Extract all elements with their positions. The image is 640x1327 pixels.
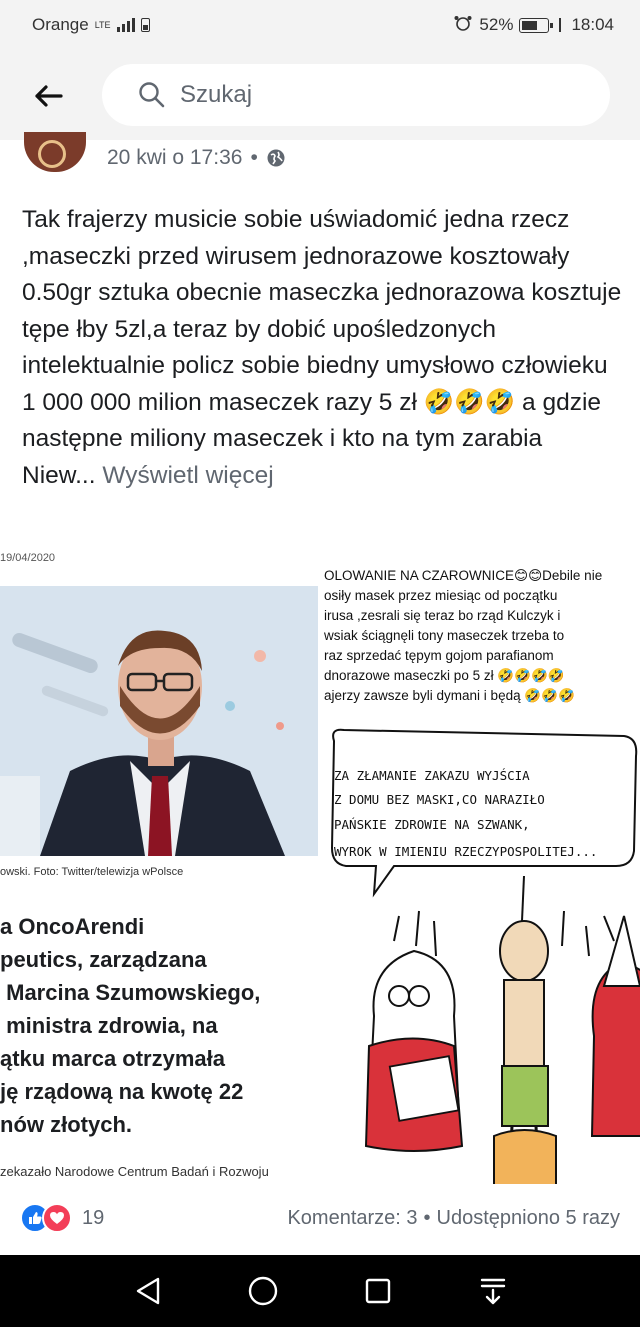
cartoon-illustration: ZA ZŁAMANIE ZAKAZU WYJŚCIA Z DOMU BEZ MA… <box>324 716 640 1184</box>
post-image[interactable]: 19/04/2020 owski. Foto: Twitter/telewizj… <box>0 548 640 1190</box>
status-right: 52% 18:04 <box>453 15 614 36</box>
see-more-link[interactable]: Wyświetl więcej <box>102 462 273 489</box>
network-type: LTE <box>94 20 111 30</box>
status-left: Orange LTE <box>32 15 150 35</box>
signal-icon <box>116 18 135 32</box>
post-meta: 20 kwi o 17:36 • <box>107 146 286 170</box>
cartoon-panel: OLOWANIE NA CZAROWNICE😊😊Debile nie osiły… <box>318 548 640 1190</box>
carrier-name: Orange <box>32 15 89 34</box>
comments-count[interactable]: Komentarze: 3 <box>287 1207 417 1230</box>
divider <box>559 18 562 32</box>
battery-percent: 52% <box>479 15 514 34</box>
stats-separator: • <box>423 1206 431 1229</box>
back-button[interactable] <box>28 78 68 114</box>
triangle-back-icon <box>136 1277 159 1305</box>
back-arrow-icon <box>35 85 63 107</box>
post-text: Tak frajerzy musicie sobie uświadomić je… <box>22 206 622 489</box>
square-recents-icon <box>365 1278 390 1304</box>
search-input[interactable]: Szukaj <box>102 64 610 126</box>
globe-icon <box>267 149 285 167</box>
news-screenshot: 19/04/2020 owski. Foto: Twitter/telewizj… <box>0 548 318 1190</box>
nav-home-button[interactable] <box>243 1271 283 1311</box>
nav-recents-button[interactable] <box>358 1271 398 1311</box>
post-timestamp[interactable]: 20 kwi o 17:36 <box>107 146 242 170</box>
bubble-line-4: WYROK W IMIENIU RZECZYPOSPOLITEJ... <box>334 844 597 859</box>
system-nav-bar <box>0 1255 640 1327</box>
alarm-icon <box>453 15 473 36</box>
image-date: 19/04/2020 <box>0 552 56 564</box>
bubble-line-1: ZA ZŁAMANIE ZAKAZU WYJŚCIA <box>334 768 530 783</box>
status-bar: Orange LTE 52% 18:04 <box>0 0 640 50</box>
circle-home-icon <box>248 1276 277 1306</box>
avatar[interactable] <box>24 132 86 172</box>
nav-notifications-button[interactable] <box>473 1271 513 1311</box>
article-source: zekazało Narodowe Centrum Badań i Rozwoj… <box>0 1164 269 1179</box>
article-headline: a OncoArendi peutics, zarządzana Marcina… <box>0 914 261 1137</box>
reaction-count[interactable]: 19 <box>82 1207 104 1230</box>
reaction-icons[interactable] <box>20 1203 78 1233</box>
bubble-line-2: Z DOMU BEZ MASKI,CO NARAZIŁO <box>334 792 545 807</box>
reactions-bar: 19 Komentarze: 3 • Udostępniono 5 razy <box>0 1196 640 1240</box>
shares-count[interactable]: Udostępniono 5 razy <box>437 1207 620 1230</box>
post-header: 20 kwi o 17:36 • <box>0 132 640 190</box>
love-reaction-icon <box>42 1203 72 1233</box>
post-body: Tak frajerzy musicie sobie uświadomić je… <box>22 202 622 494</box>
battery-icon <box>519 17 554 33</box>
clock-time: 18:04 <box>571 15 614 34</box>
politician-photo <box>0 586 318 856</box>
bubble-line-3: PAŃSKIE ZDROWIE NA SZWANK, <box>334 817 530 832</box>
search-icon <box>139 82 165 108</box>
top-header: Szukaj <box>0 50 640 140</box>
sim-icon <box>140 18 150 32</box>
cartoon-caption: OLOWANIE NA CZAROWNICE😊😊Debile nie osiły… <box>324 568 603 703</box>
engagement-stats: Komentarze: 3 • Udostępniono 5 razy <box>287 1207 620 1230</box>
nav-back-button[interactable] <box>128 1271 168 1311</box>
pull-down-icon <box>480 1278 505 1305</box>
search-placeholder: Szukaj <box>180 81 253 108</box>
photo-caption: owski. Foto: Twitter/telewizja wPolsce <box>0 866 184 878</box>
meta-separator: • <box>250 146 258 169</box>
